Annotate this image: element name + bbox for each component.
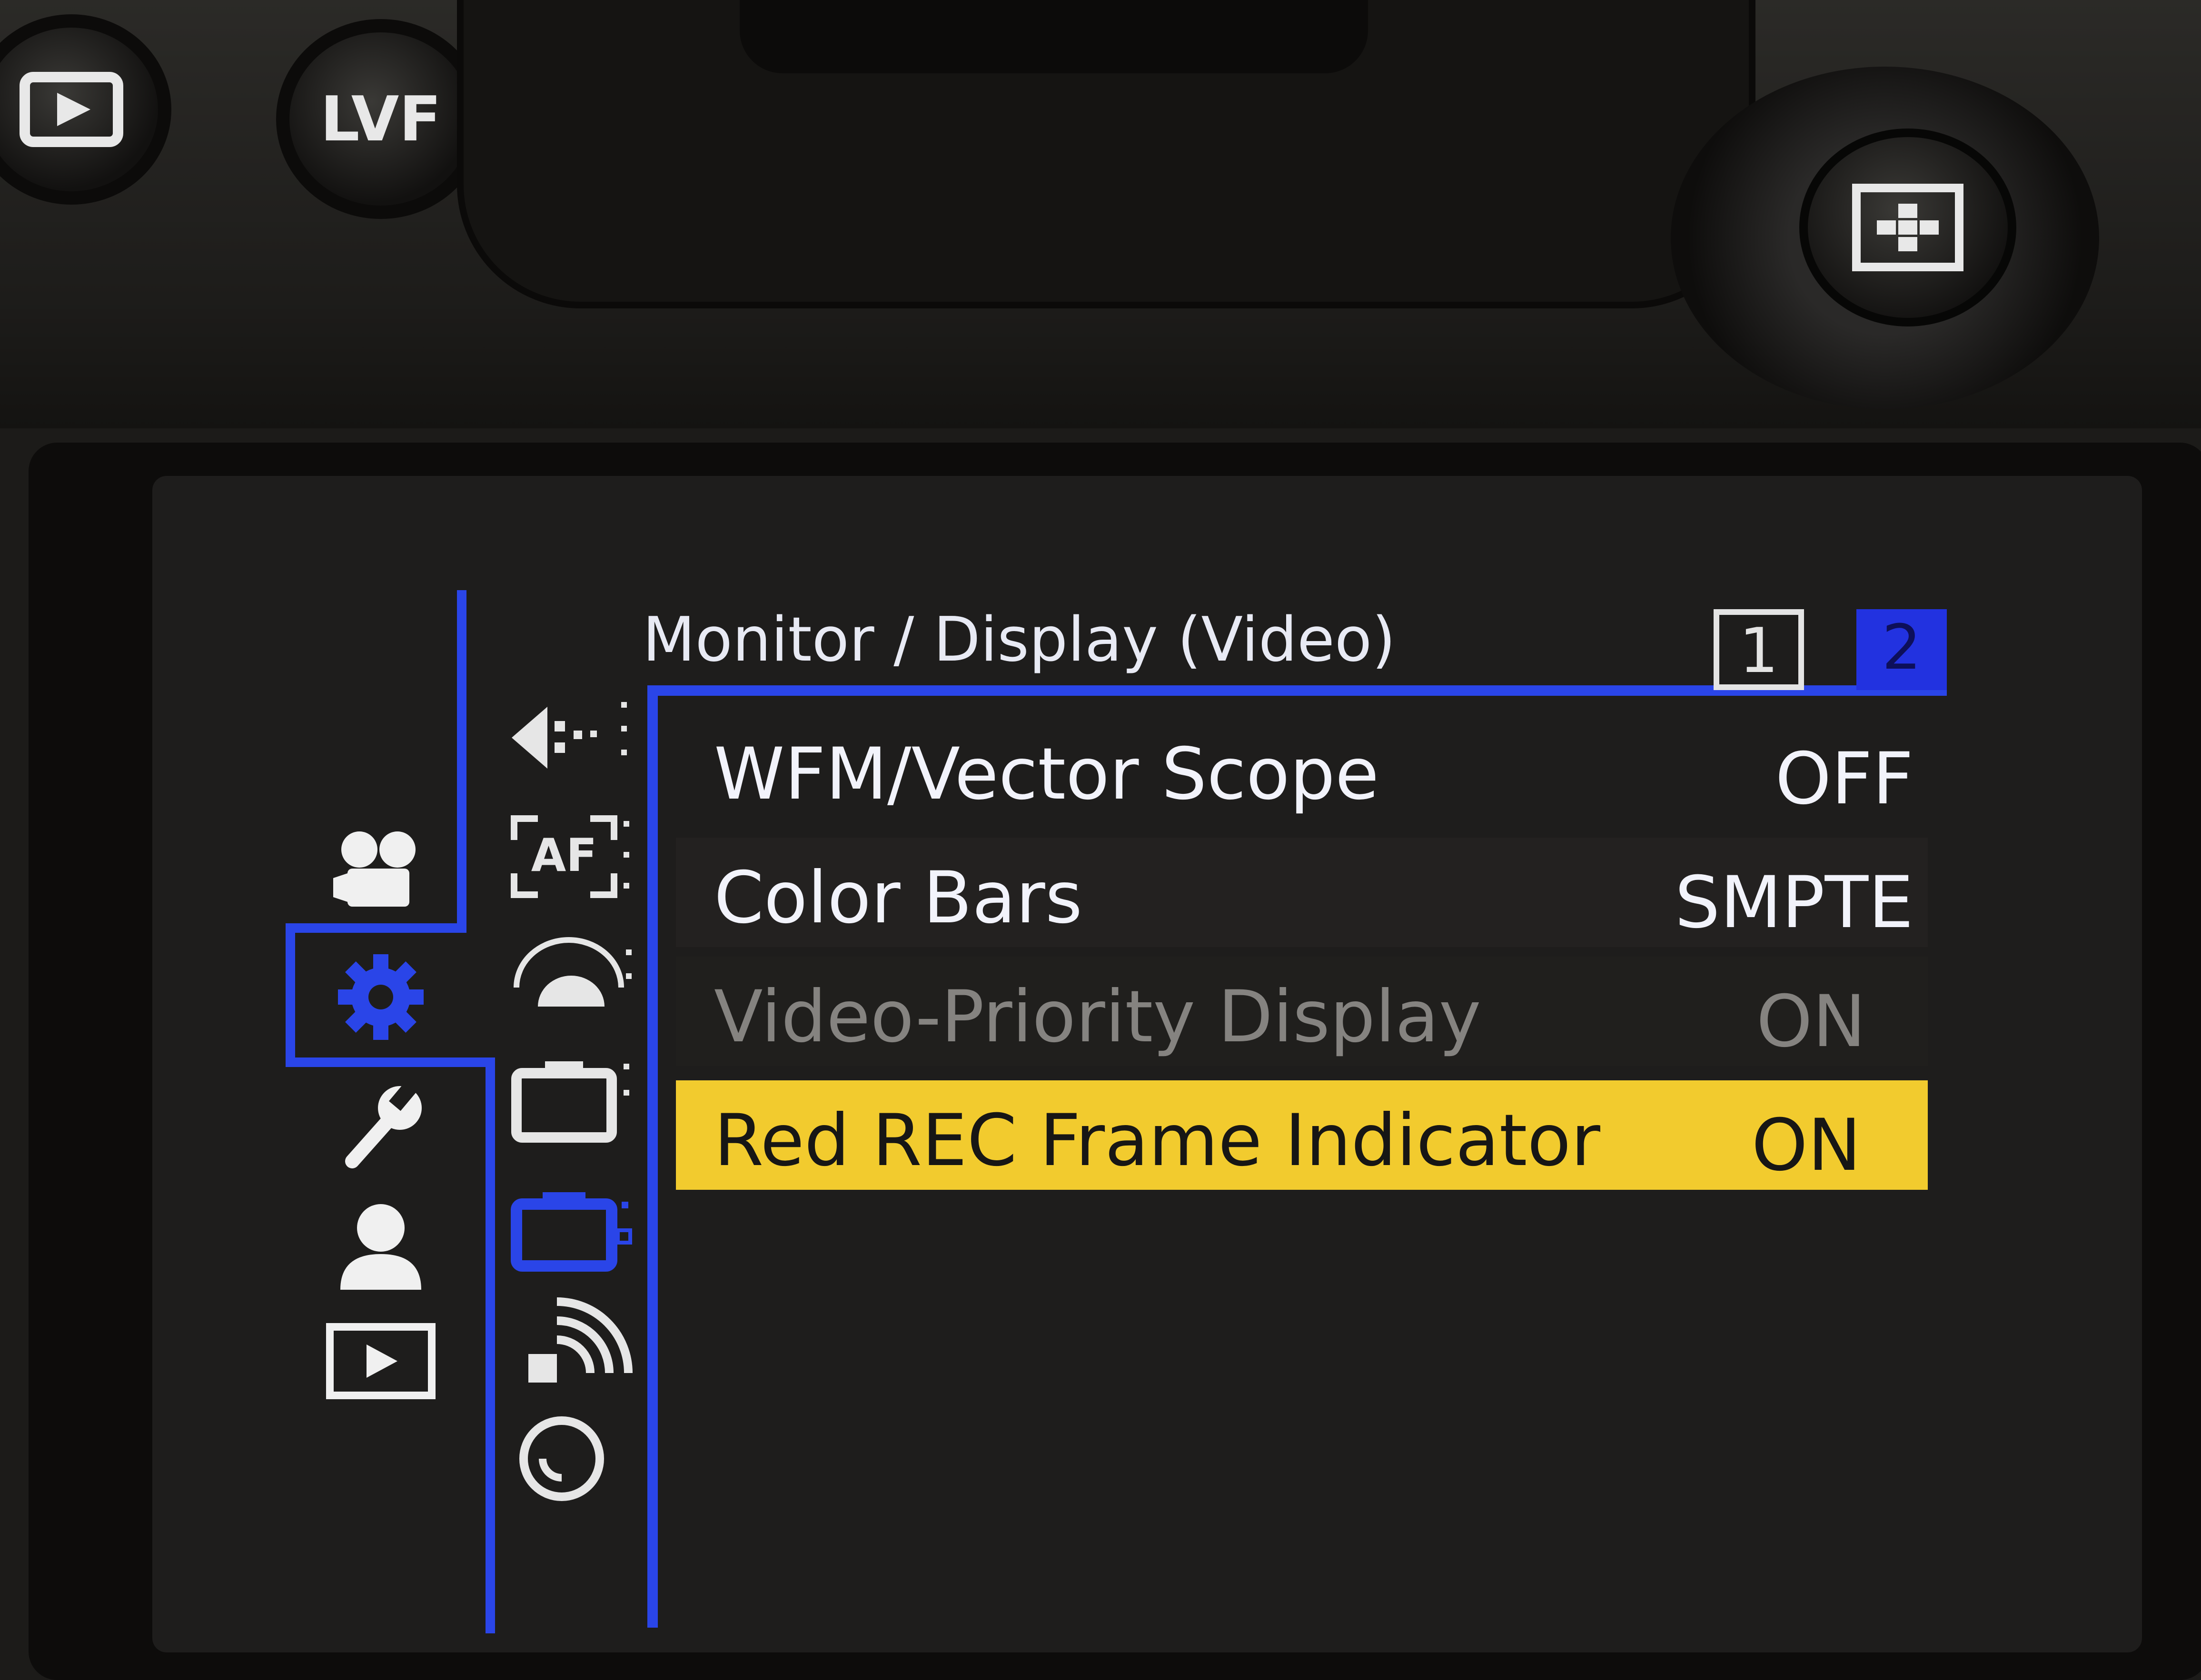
tab-video[interactable] <box>324 823 438 919</box>
subtab-image-quality[interactable] <box>505 690 638 785</box>
image-quality-icon <box>512 702 627 769</box>
menu-item-red-rec-frame-indicator[interactable]: Red REC Frame Indicator ON <box>676 1080 1928 1190</box>
tab-setup[interactable] <box>324 1080 438 1176</box>
menu-item-value: OFF <box>1775 738 1913 820</box>
grid-af-icon <box>1852 184 1963 271</box>
viewfinder-eyecup <box>457 0 1755 308</box>
main-tab-selection-top <box>286 923 466 933</box>
menu-item-label: WFM/Vector Scope <box>714 733 1379 816</box>
menu-item-video-priority-display: Video-Priority Display ON <box>676 957 1928 1066</box>
lvf-button[interactable]: LVF <box>276 19 486 219</box>
af-icon: AF <box>511 815 629 898</box>
menu-item-label: Color Bars <box>714 857 1082 939</box>
page-indicator-1[interactable]: 1 <box>1714 609 1804 690</box>
lvf-button-label: LVF <box>320 83 442 155</box>
subtab-wireless[interactable] <box>505 1295 638 1390</box>
menu-item-wfm-vector-scope[interactable]: WFM/Vector Scope OFF <box>676 714 1928 823</box>
gear-icon <box>338 954 424 1040</box>
sub-tab-rail <box>647 685 658 1628</box>
video-camera-icon <box>333 831 416 907</box>
menu-item-label: Video-Priority Display <box>714 976 1481 1058</box>
main-tab-rail <box>457 590 466 928</box>
subtab-monitor-display-photo[interactable] <box>505 1052 638 1147</box>
monitor-display-photo-icon <box>511 1061 629 1143</box>
monitor-display-video-icon <box>511 1192 632 1272</box>
subtab-operation[interactable] <box>505 933 638 1028</box>
svg-text:AF: AF <box>531 830 597 882</box>
menu-item-label: Red REC Frame Indicator <box>714 1099 1600 1182</box>
menu-item-color-bars[interactable]: Color Bars SMPTE <box>676 838 1928 947</box>
tab-custom[interactable] <box>324 949 438 1045</box>
subtab-lens[interactable] <box>505 1409 638 1504</box>
joystick-button[interactable] <box>1799 128 2016 326</box>
menu-item-value: ON <box>1751 1104 1861 1187</box>
main-tab-rail-lower <box>486 1057 495 1633</box>
playback-icon <box>326 1323 436 1399</box>
lens-icon <box>519 1416 604 1501</box>
subtab-af[interactable]: AF <box>505 809 638 904</box>
page-indicator-2[interactable]: 2 <box>1856 609 1947 690</box>
menu-item-value: SMPTE <box>1675 861 1914 944</box>
operation-dial-icon <box>514 937 632 1007</box>
person-icon <box>340 1204 421 1290</box>
main-tab-selection-bottom <box>286 1057 486 1067</box>
main-tab-selection-left <box>286 923 295 1066</box>
tab-my-menu[interactable] <box>324 1199 438 1295</box>
subtab-monitor-display-video[interactable] <box>505 1180 638 1275</box>
wrench-icon <box>345 1082 422 1168</box>
play-icon <box>20 72 123 147</box>
wireless-icon <box>528 1297 633 1383</box>
menu-item-value: ON <box>1756 980 1866 1063</box>
menu-title: Monitor / Display (Video) <box>643 604 1396 675</box>
viewfinder-window <box>740 0 1368 73</box>
tab-playback[interactable] <box>324 1314 438 1409</box>
